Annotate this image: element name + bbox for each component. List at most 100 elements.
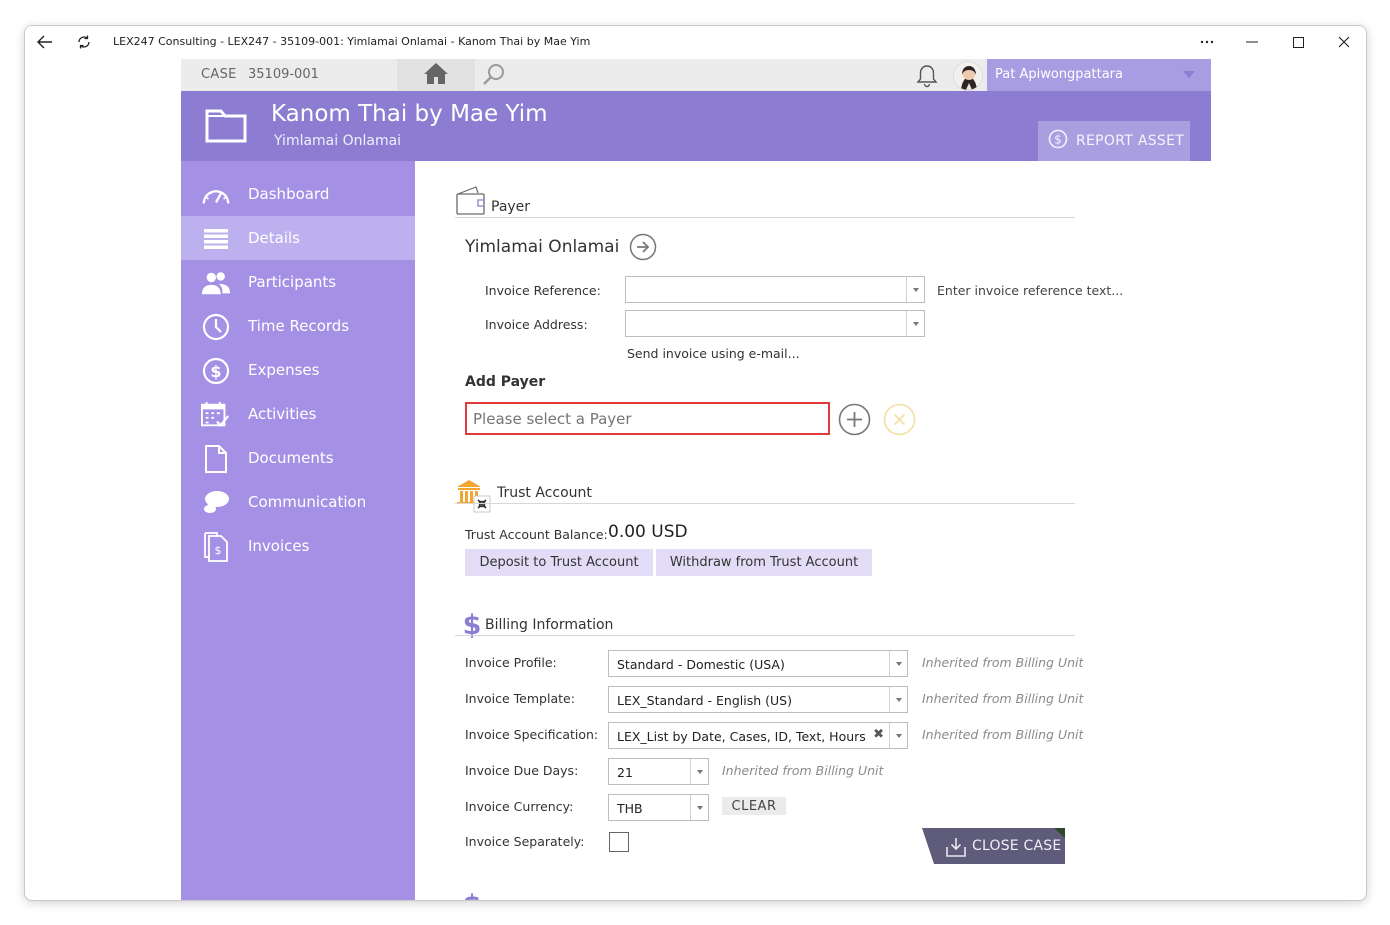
user-menu[interactable]: Pat Apiwongpattara [987,59,1211,91]
report-asset-button[interactable]: $ REPORT ASSET [1038,121,1190,161]
svg-text:$: $ [463,890,482,901]
clear-currency-button[interactable]: CLEAR [722,797,786,815]
sidebar-item-time-records[interactable]: Time Records [181,304,415,348]
invoice-due-days-combo[interactable]: 21 [608,758,709,785]
invoice-currency-label: Invoice Currency: [465,799,574,814]
dropdown-arrow-icon[interactable] [690,759,708,784]
folder-icon [205,105,247,147]
close-case-label: CLOSE CASE [972,838,1062,854]
home-icon [423,61,449,89]
sidebar-item-documents[interactable]: Documents [181,436,415,480]
dropdown-arrow-icon[interactable] [889,687,907,712]
payer-name: Yimlamai Onlamai [465,237,620,257]
payer-divider [455,217,1075,218]
home-button[interactable] [397,59,475,91]
invoice-profile-combo[interactable]: Standard - Domestic (USA) [608,650,908,677]
sidebar-item-details[interactable]: Details [181,216,415,260]
invoice-specification-value: LEX_List by Date, Cases, ID, Text, Hours… [617,729,867,744]
app-canvas: CASE 35109-001 Pat Apiwongpattara Kanom … [181,59,1211,901]
trust-balance-label: Trust Account Balance: [465,527,608,542]
billing-divider [455,635,1075,636]
send-invoice-email-link[interactable]: Send invoice using e-mail... [627,346,800,361]
invoice-currency-value: THB [617,801,643,816]
invoice-due-days-label: Invoice Due Days: [465,763,579,778]
invoice-separately-label: Invoice Separately: [465,834,585,849]
sidebar-item-invoices[interactable]: $ Invoices [181,524,415,568]
go-to-payer-arrow-icon[interactable] [629,233,657,265]
close-case-button[interactable]: CLOSE CASE [922,828,1065,864]
close-window-icon[interactable] [1334,32,1354,52]
clear-x-icon[interactable]: ✖ [873,727,884,742]
clock-icon [201,313,231,341]
dropdown-arrow-icon[interactable] [906,311,924,336]
dropdown-arrow-icon[interactable] [889,723,907,748]
svg-text:$: $ [1054,133,1062,147]
back-arrow-icon[interactable] [35,32,55,52]
sidebar-item-participants[interactable]: Participants [181,260,415,304]
user-name: Pat Apiwongpattara [995,67,1123,82]
sidebar-item-dashboard[interactable]: Dashboard [181,172,415,216]
calendar-icon [201,401,231,428]
svg-text:$: $ [215,544,222,557]
sidebar-item-label: Dashboard [248,185,330,203]
page-title: Kanom Thai by Mae Yim [271,101,548,127]
inherited-note: Inherited from Billing Unit [922,727,1084,742]
maximize-icon[interactable] [1288,32,1308,52]
payer-section-title: Payer [491,199,531,215]
invoice-reference-hint[interactable]: Enter invoice reference text... [937,283,1123,298]
dollar-circle-icon: $ [1048,129,1068,153]
dropdown-arrow-icon[interactable] [690,795,708,820]
trust-section-title: Trust Account [497,485,592,501]
add-payer-label: Add Payer [465,374,546,390]
dollar-sign-icon: $ [461,609,483,643]
withdraw-trust-button[interactable]: Withdraw from Trust Account [656,549,872,576]
dashboard-gauge-icon [201,182,231,208]
invoice-address-label: Invoice Address: [485,317,588,332]
details-content: Payer Yimlamai Onlamai Invoice Reference… [415,161,1211,901]
remove-payer-x-icon[interactable] [883,403,916,440]
sidebar-item-activities[interactable]: Activities [181,392,415,436]
minimize-icon[interactable] [1242,32,1262,52]
window-title: LEX247 Consulting - LEX247 - 35109-001: … [113,35,591,48]
sidebar-item-label: Activities [248,405,317,423]
invoice-currency-combo[interactable]: THB [608,794,709,821]
invoice-template-combo[interactable]: LEX_Standard - English (US) [608,686,908,713]
sidebar-item-label: Communication [248,493,367,511]
notification-bell-icon[interactable] [915,63,939,93]
invoice-due-days-value: 21 [617,765,633,780]
case-label: CASE [201,67,237,82]
app-window: LEX247 Consulting - LEX247 - 35109-001: … [24,25,1367,901]
invoice-reference-combo[interactable] [625,276,925,303]
invoice-separately-checkbox[interactable] [609,832,629,852]
wallet-icon [455,185,487,221]
chevron-down-icon [1183,71,1195,78]
avatar[interactable] [953,61,983,91]
bank-icon [455,479,493,517]
search-button[interactable] [481,63,507,87]
sidebar: Dashboard Details Participants Time Reco… [181,161,415,900]
dollar-icon: $ [201,357,231,385]
dropdown-arrow-icon[interactable] [906,277,924,302]
invoice-specification-combo[interactable]: LEX_List by Date, Cases, ID, Text, Hours… [608,722,908,749]
refresh-icon[interactable] [74,32,94,52]
sidebar-item-label: Participants [248,273,337,291]
invoice-address-combo[interactable] [625,310,925,337]
inherited-note: Inherited from Billing Unit [722,763,884,778]
sidebar-item-communication[interactable]: Communication [181,480,415,524]
download-tray-icon [946,837,966,861]
dollar-sign-icon: $ [461,888,483,901]
sidebar-item-expenses[interactable]: $ Expenses [181,348,415,392]
add-payer-plus-icon[interactable] [838,403,871,440]
invoice-reference-label: Invoice Reference: [485,283,601,298]
billing-section-title: Billing Information [485,617,614,633]
report-asset-label: REPORT ASSET [1076,133,1185,149]
inherited-note: Inherited from Billing Unit [922,691,1084,706]
trust-divider [455,503,1075,504]
more-options-icon[interactable] [1197,32,1217,52]
svg-text:$: $ [210,362,221,381]
add-payer-input[interactable] [465,402,830,435]
deposit-trust-button[interactable]: Deposit to Trust Account [465,549,653,576]
dropdown-arrow-icon[interactable] [889,651,907,676]
invoice-specification-label: Invoice Specification: [465,727,599,742]
sidebar-item-label: Details [248,229,301,247]
